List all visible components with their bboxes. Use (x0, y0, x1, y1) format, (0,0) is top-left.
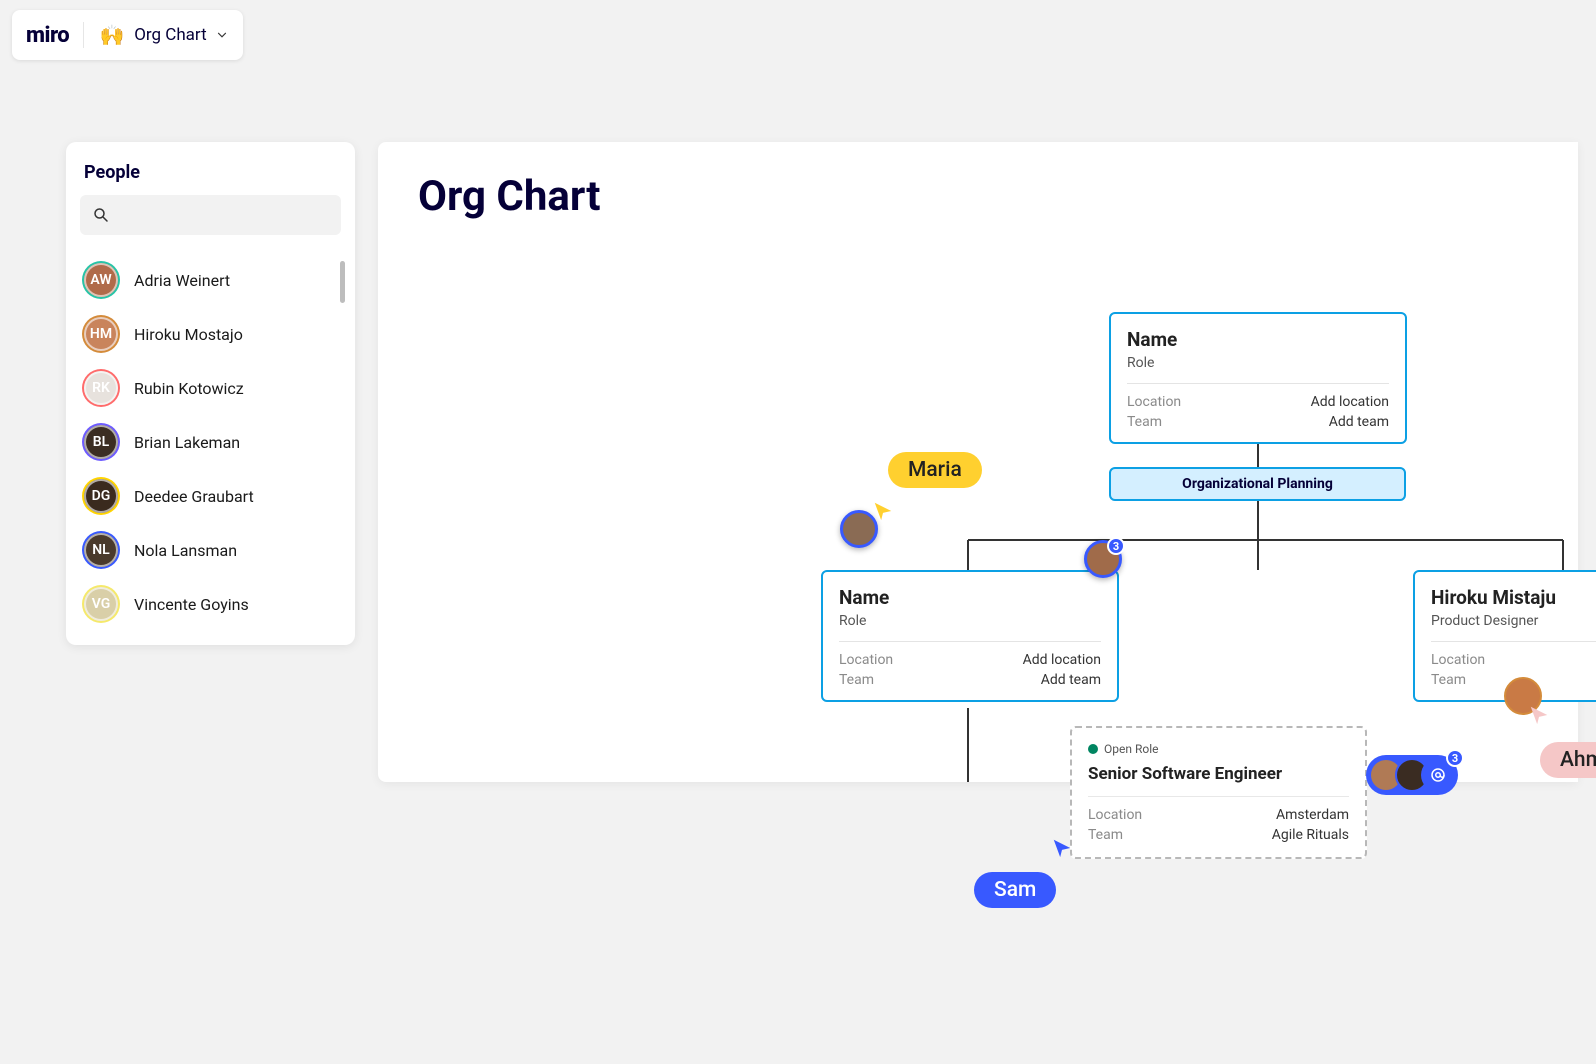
person-row[interactable]: RK Rubin Kotowicz (80, 361, 341, 415)
person-row[interactable]: AW Adria Weinert (80, 253, 341, 307)
team-label: Team (839, 672, 874, 688)
board-title-pill[interactable]: miro 🙌 Org Chart (12, 10, 243, 60)
team-label: Team (1088, 827, 1123, 843)
cursor-label-sam: Sam (974, 872, 1056, 908)
person-name: Adria Weinert (134, 271, 230, 290)
mention-cluster[interactable]: 3 (1366, 755, 1458, 795)
open-role-badge: Open Role (1088, 742, 1349, 756)
scrollbar-thumb[interactable] (340, 261, 345, 303)
location-value[interactable]: Add location (1311, 394, 1389, 410)
people-list: AW Adria Weinert HM Hiroku Mostajo RK Ru… (80, 253, 341, 631)
chevron-down-icon (215, 28, 229, 42)
location-label: Location (1088, 807, 1142, 823)
person-name: Vincente Goyins (134, 595, 249, 614)
team-value[interactable]: Add team (1041, 672, 1101, 688)
org-card-top[interactable]: Name Role Location Add location Team Add t… (1109, 312, 1407, 444)
location-value[interactable]: Add location (1023, 652, 1101, 668)
org-card-right[interactable]: Hiroku Mistaju Product Designer Location… (1413, 570, 1596, 702)
board-name-dropdown[interactable]: 🙌 Org Chart (98, 21, 228, 49)
org-card-left[interactable]: Name Role Location Add location Team Add t… (821, 570, 1119, 702)
person-name: Deedee Graubart (134, 487, 254, 506)
person-row[interactable]: HM Hiroku Mostajo (80, 307, 341, 361)
location-label: Location (1127, 394, 1181, 410)
canvas-title: Org Chart (418, 172, 1538, 221)
divider (1431, 641, 1596, 642)
board-emoji-icon: 🙌 (98, 21, 126, 49)
card-name: Name (1127, 328, 1389, 351)
miro-logo: miro (26, 23, 69, 48)
team-label: Team (1127, 414, 1162, 430)
cursor-arrow-icon (1528, 704, 1550, 726)
person-row[interactable]: VG Vincente Goyins (80, 577, 341, 631)
team-value[interactable]: Add team (1329, 414, 1389, 430)
person-row[interactable]: BL Brian Lakeman (80, 415, 341, 469)
person-row[interactable]: NL Nola Lansman (80, 523, 341, 577)
org-planning-chip[interactable]: Organizational Planning (1109, 467, 1406, 501)
card-name: Name (839, 586, 1101, 609)
location-label: Location (839, 652, 893, 668)
card-role: Role (1127, 355, 1389, 371)
cursor-arrow-icon (1051, 837, 1073, 859)
comment-count-badge: 3 (1107, 537, 1125, 555)
search-icon (92, 206, 110, 224)
divider (1127, 383, 1389, 384)
collaborator-avatar[interactable] (840, 510, 878, 548)
divider (83, 22, 84, 48)
card-name: Hiroku Mistaju (1431, 586, 1596, 609)
team-label: Team (1431, 672, 1466, 688)
board-name-label: Org Chart (134, 25, 206, 45)
people-title: People (80, 162, 341, 183)
people-panel: People AW Adria Weinert HM Hiroku Mostaj… (66, 142, 355, 645)
divider (839, 641, 1101, 642)
canvas[interactable]: Org Chart Name Role Location Add location… (378, 142, 1578, 782)
org-card-open-role[interactable]: Open Role Senior Software Engineer Locat… (1070, 726, 1367, 859)
status-dot-icon (1088, 744, 1098, 754)
person-name: Brian Lakeman (134, 433, 240, 452)
person-name: Hiroku Mostajo (134, 325, 243, 344)
divider (1088, 796, 1349, 797)
team-value: Agile Rituals (1272, 827, 1349, 843)
cursor-label-ahmed: Ahmed (1540, 742, 1596, 778)
open-role-title: Senior Software Engineer (1088, 764, 1349, 784)
person-name: Rubin Kotowicz (134, 379, 244, 398)
location-label: Location (1431, 652, 1485, 668)
mention-count-badge: 3 (1446, 749, 1464, 767)
person-name: Nola Lansman (134, 541, 237, 560)
people-search-input[interactable] (80, 195, 341, 235)
open-role-badge-label: Open Role (1104, 742, 1158, 756)
location-value: Amsterdam (1276, 807, 1349, 823)
card-role: Role (839, 613, 1101, 629)
comment-avatar[interactable]: 3 (1084, 540, 1122, 578)
cursor-label-maria: Maria (888, 452, 982, 488)
card-role: Product Designer (1431, 613, 1596, 629)
person-row[interactable]: DG Deedee Graubart (80, 469, 341, 523)
